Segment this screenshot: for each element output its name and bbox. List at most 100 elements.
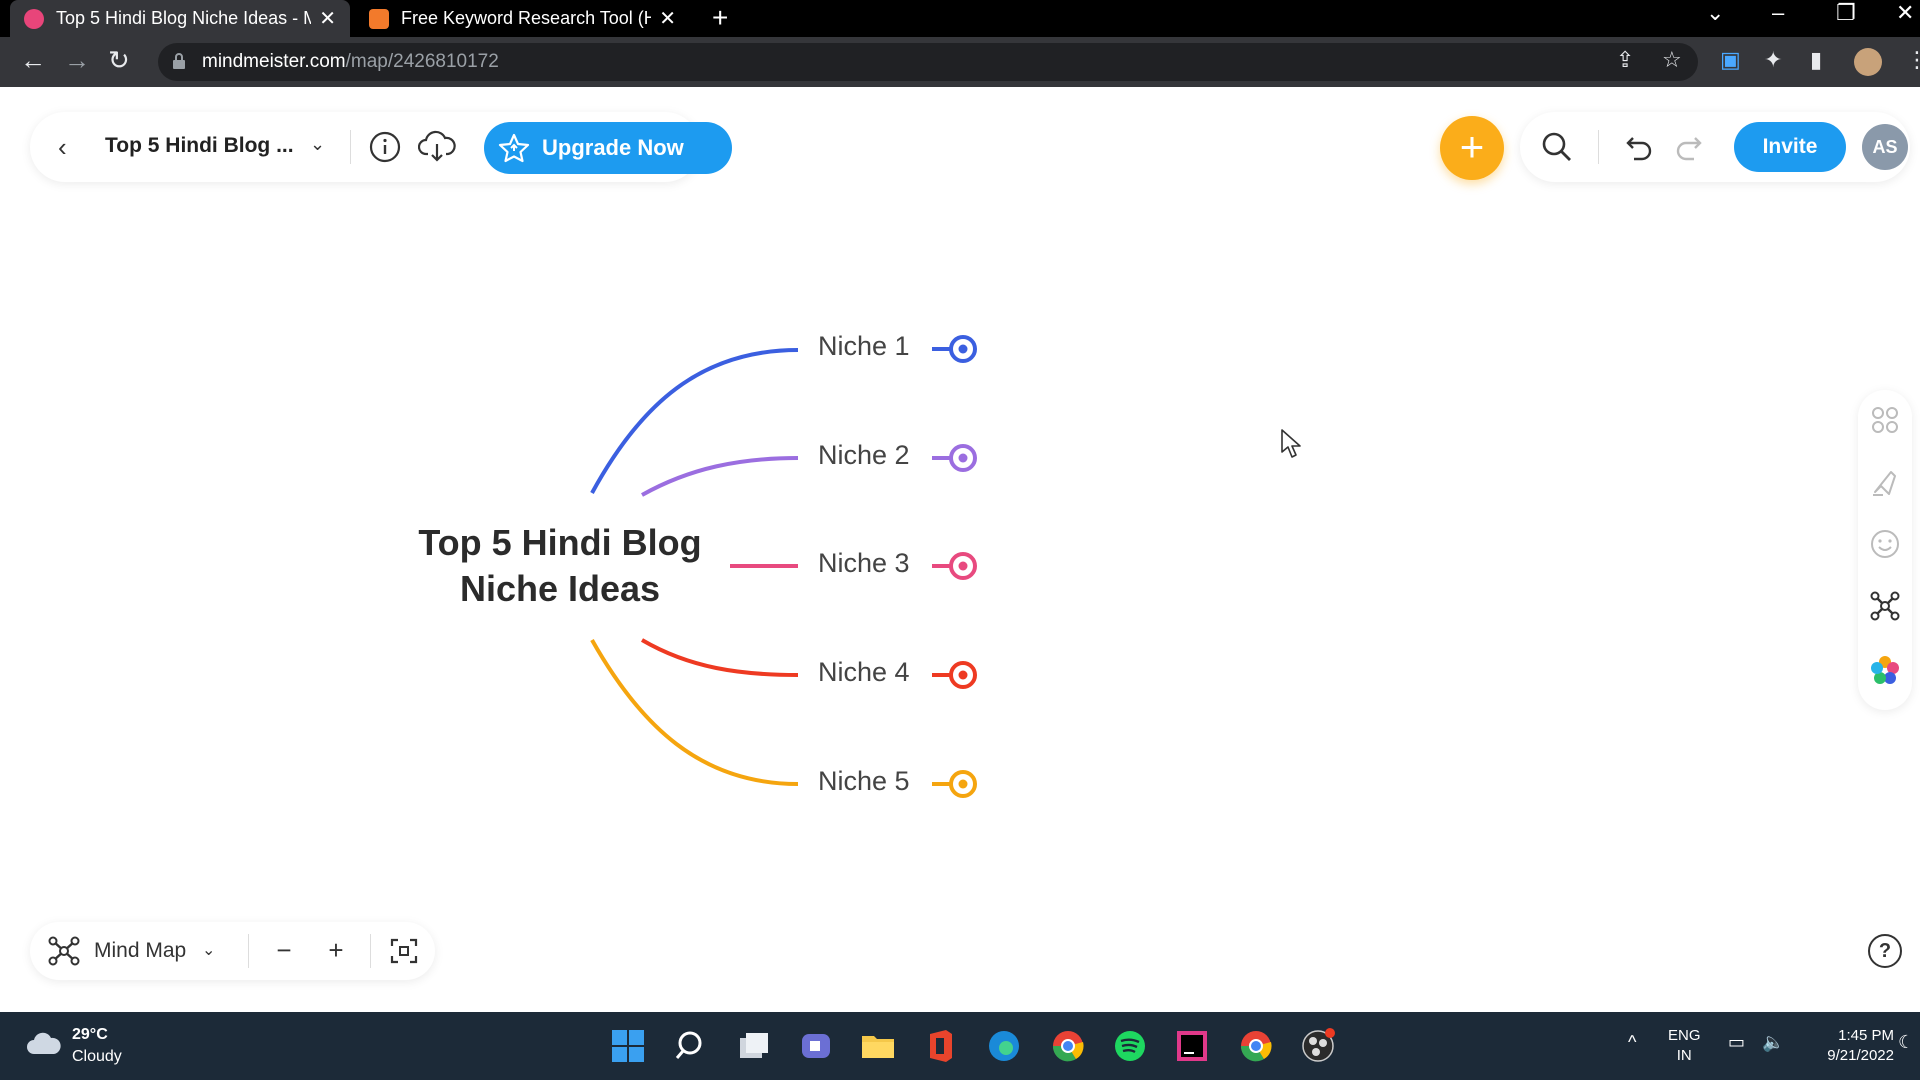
restore-icon[interactable]: ❐ xyxy=(1836,0,1856,26)
divider xyxy=(350,130,351,164)
map-title[interactable]: Top 5 Hindi Blog ... xyxy=(105,134,294,158)
reload-icon[interactable]: ↻ xyxy=(108,45,130,76)
share-icon[interactable]: ⇪ xyxy=(1616,47,1634,73)
divider xyxy=(1598,130,1599,164)
chrome-icon[interactable] xyxy=(1050,1028,1086,1064)
layout-grid-icon[interactable] xyxy=(1869,404,1901,436)
invite-button[interactable]: Invite xyxy=(1734,122,1846,172)
file-explorer-icon[interactable] xyxy=(860,1028,896,1064)
extension-icon[interactable]: ▣ xyxy=(1720,47,1741,73)
lang-region: IN xyxy=(1676,1047,1692,1064)
topic-niche-2[interactable]: Niche 2 xyxy=(818,440,910,471)
zoom-out-button[interactable]: − xyxy=(266,932,302,968)
mindmap-view-icon[interactable] xyxy=(48,936,80,966)
edge-icon[interactable] xyxy=(986,1028,1022,1064)
obs-icon[interactable] xyxy=(1300,1028,1336,1064)
mindmeister-favicon-icon xyxy=(24,8,44,29)
mindmap-layout-icon[interactable] xyxy=(1869,590,1901,622)
redo-icon[interactable] xyxy=(1672,130,1704,164)
forward-icon[interactable]: → xyxy=(64,45,90,76)
topic-niche-4[interactable]: Niche 4 xyxy=(818,657,910,688)
add-topic-button[interactable]: + xyxy=(1440,116,1504,180)
topic-niche-1[interactable]: Niche 1 xyxy=(818,331,910,362)
tab-mindmeister[interactable]: Top 5 Hindi Blog Niche Ideas - M ✕ xyxy=(10,0,350,37)
emoji-icon[interactable] xyxy=(1869,528,1901,560)
profile-icon[interactable] xyxy=(1854,48,1882,76)
clock[interactable]: 1:45 PM 9/21/2022 xyxy=(1804,1026,1894,1066)
address-bar: ← → ↻ mindmeister.com/map/2426810172 ⇪ ☆… xyxy=(0,37,1920,87)
map-header-panel: ‹ Top 5 Hindi Blog ... ⌄ Upgrade Now xyxy=(30,112,732,182)
divider xyxy=(248,934,249,968)
toolbar-right-panel: Invite AS xyxy=(1520,112,1910,182)
collapse-handle-3[interactable] xyxy=(932,552,977,580)
minimize-icon[interactable]: – xyxy=(1772,0,1784,26)
clock-date: 9/21/2022 xyxy=(1827,1047,1894,1064)
help-button[interactable]: ? xyxy=(1868,934,1902,968)
cloud-download-icon[interactable] xyxy=(418,130,456,164)
windows-start-icon[interactable] xyxy=(610,1028,646,1064)
side-panel-icon[interactable]: ▮ xyxy=(1810,47,1822,73)
new-tab-icon[interactable]: + xyxy=(712,2,728,34)
browser-tabbar: Top 5 Hindi Blog Niche Ideas - M ✕ Free … xyxy=(0,0,1920,37)
tab-title: Top 5 Hindi Blog Niche Ideas - M xyxy=(56,8,312,28)
topic-niche-3[interactable]: Niche 3 xyxy=(818,548,910,579)
puzzle-extensions-icon[interactable]: ✦ xyxy=(1764,47,1782,73)
root-topic-line1: Top 5 Hindi Blog xyxy=(418,522,702,563)
mindmap-connectors xyxy=(590,335,977,798)
spotify-icon[interactable] xyxy=(1112,1028,1148,1064)
chrome-profile-icon[interactable] xyxy=(1238,1028,1274,1064)
view-mode-label[interactable]: Mind Map xyxy=(94,939,186,963)
undo-icon[interactable] xyxy=(1624,130,1656,164)
menu-icon[interactable]: ⋮ xyxy=(1906,47,1920,73)
chevron-down-icon[interactable]: ⌄ xyxy=(202,940,215,960)
collapse-handle-1[interactable] xyxy=(932,335,977,363)
close-window-icon[interactable]: ✕ xyxy=(1896,0,1914,26)
bookmark-star-icon[interactable]: ☆ xyxy=(1662,47,1682,73)
chevron-up-icon[interactable]: ^ xyxy=(1628,1032,1636,1053)
task-view-icon[interactable] xyxy=(736,1028,772,1064)
office-icon[interactable] xyxy=(922,1028,958,1064)
collapse-handle-5[interactable] xyxy=(932,770,977,798)
tab-keyword-tool[interactable]: Free Keyword Research Tool (H-s ✕ xyxy=(355,0,690,37)
search-icon[interactable] xyxy=(1540,130,1574,164)
volume-icon[interactable]: 🔈 xyxy=(1762,1032,1784,1053)
temperature: 29°C xyxy=(72,1026,108,1043)
divider xyxy=(370,934,371,968)
tab-title: Free Keyword Research Tool (H-s xyxy=(401,8,652,28)
back-to-dashboard-icon[interactable]: ‹ xyxy=(58,132,67,163)
chevron-down-icon[interactable]: ⌄ xyxy=(310,134,325,155)
jetbrains-icon[interactable] xyxy=(1174,1028,1210,1064)
zoom-in-button[interactable]: + xyxy=(318,932,354,968)
side-toolbar xyxy=(1858,390,1912,710)
upgrade-now-button[interactable]: Upgrade Now xyxy=(484,122,732,174)
fit-to-screen-icon[interactable] xyxy=(390,938,418,964)
branch-line-4 xyxy=(640,638,799,677)
view-controls: Mind Map ⌄ − + xyxy=(30,922,435,980)
style-brush-icon[interactable] xyxy=(1869,466,1901,498)
lock-icon xyxy=(173,53,185,69)
collapse-handle-4[interactable] xyxy=(932,661,977,689)
language-indicator[interactable]: ENG IN xyxy=(1668,1026,1701,1066)
color-theme-icon[interactable] xyxy=(1869,654,1901,686)
collapse-handle-2[interactable] xyxy=(932,444,977,472)
lang-primary: ENG xyxy=(1668,1027,1701,1044)
topic-niche-5[interactable]: Niche 5 xyxy=(818,766,910,797)
close-tab-icon[interactable]: ✕ xyxy=(311,6,336,31)
network-icon[interactable]: ▭ xyxy=(1728,1032,1745,1053)
clock-time: 1:45 PM xyxy=(1838,1027,1894,1044)
teams-chat-icon[interactable] xyxy=(798,1028,834,1064)
root-topic[interactable]: Top 5 Hindi Blog Niche Ideas xyxy=(400,520,720,612)
star-icon xyxy=(498,133,530,163)
back-icon[interactable]: ← xyxy=(20,45,46,76)
search-icon[interactable] xyxy=(674,1028,710,1064)
mindmap-canvas[interactable]: Top 5 Hindi Blog Niche Ideas Niche 1 Nic… xyxy=(0,190,1920,1010)
info-icon[interactable] xyxy=(368,130,402,164)
notification-icon[interactable]: ☾ xyxy=(1898,1032,1914,1053)
url-field[interactable]: mindmeister.com/map/2426810172 xyxy=(158,43,1698,81)
keyword-tool-favicon-icon xyxy=(369,8,389,29)
avatar[interactable]: AS xyxy=(1862,124,1908,170)
tab-search-icon[interactable]: ⌄ xyxy=(1706,0,1724,26)
close-tab-icon[interactable]: ✕ xyxy=(651,6,676,31)
windows-taskbar: 29°C Cloudy ^ ENG IN ▭ 🔈 1:45 PM 9/21/20… xyxy=(0,1012,1920,1080)
upgrade-label: Upgrade Now xyxy=(542,135,684,160)
